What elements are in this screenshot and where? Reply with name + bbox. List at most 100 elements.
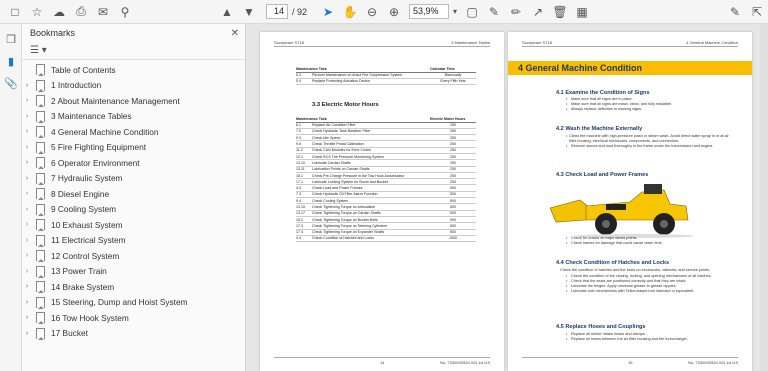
bookmark-icon: [36, 296, 45, 309]
bookmark-icon: [36, 110, 45, 123]
bookmark-label: 5 Fire Fighting Equipment: [51, 142, 147, 153]
bookmark-label: 13 Power Train: [51, 266, 107, 277]
delete-icon[interactable]: 🗑: [549, 2, 571, 22]
zoom-level-field[interactable]: 53,9%: [409, 4, 450, 19]
bookmark-item[interactable]: Table of Contents: [22, 62, 245, 78]
footer-divider: [522, 357, 738, 358]
bookmark-label: 10 Exhaust System: [51, 219, 123, 230]
pdf-page-14: Scooptram ST18 3 Maintenance Tables Main…: [260, 32, 504, 371]
hand-tool-icon[interactable]: ✋: [339, 2, 361, 22]
page-thumbnails-icon[interactable]: ❐: [0, 28, 22, 50]
bullet-text: Replace all hoses between the air filter…: [571, 337, 688, 341]
bookmark-item[interactable]: › 12 Control System: [22, 248, 245, 264]
bookmark-icon: [36, 188, 45, 201]
chevron-right-icon[interactable]: ›: [22, 221, 32, 228]
crop-icon[interactable]: ▦: [571, 2, 593, 22]
section-intro: Check the condition of hatches and the l…: [560, 268, 711, 272]
bookmark-label: 9 Cooling System: [51, 204, 117, 215]
select-cursor-icon[interactable]: ➤: [317, 2, 339, 22]
chevron-right-icon[interactable]: ›: [22, 175, 32, 182]
bookmark-item[interactable]: › 9 Cooling System: [22, 202, 245, 218]
bookmark-icon: [36, 126, 45, 139]
chevron-right-icon[interactable]: ›: [22, 283, 32, 290]
bookmarks-panel-title: Bookmarks: [30, 28, 76, 38]
comment-icon[interactable]: ✎: [483, 2, 505, 22]
chevron-right-icon[interactable]: ›: [22, 299, 32, 306]
previous-page-icon[interactable]: ▲: [216, 2, 238, 22]
chevron-right-icon[interactable]: ›: [22, 113, 32, 120]
bookmarks-panel: Bookmarks ✕ ☰ ▾ Table of Contents › 1 Intr…: [22, 24, 246, 371]
bookmark-label: 7 Hydraulic System: [51, 173, 123, 184]
page-number: 14: [380, 360, 385, 365]
bullet-list: • Replace all rubber intake hoses and cla…: [566, 332, 736, 342]
section-title: 4.3 Check Load and Power Frames: [556, 172, 649, 178]
new-document-icon[interactable]: □: [4, 2, 26, 22]
document-number: No. 7330000534.001 en-US: [688, 360, 738, 365]
bookmark-item[interactable]: › 7 Hydraulic System: [22, 171, 245, 187]
bookmark-item[interactable]: › 5 Fire Fighting Equipment: [22, 140, 245, 156]
search-icon[interactable]: ⚲: [114, 2, 136, 22]
bullet-item: • Check frames for damage that could caus…: [566, 241, 736, 246]
bookmark-item[interactable]: › 4 General Machine Condition: [22, 124, 245, 140]
page-header-left: Scooptram ST18: [274, 40, 305, 45]
chevron-right-icon[interactable]: ›: [22, 252, 32, 259]
zoom-dropdown-icon[interactable]: ▾: [449, 2, 461, 22]
bookmark-icon: [36, 265, 45, 278]
fit-page-icon[interactable]: ▢: [461, 2, 483, 22]
chevron-right-icon[interactable]: ›: [22, 82, 32, 89]
bookmark-item[interactable]: › 16 Tow Hook System: [22, 310, 245, 326]
bullet-text: Always replace defective or missing sign…: [571, 107, 643, 111]
document-view[interactable]: Scooptram ST18 3 Maintenance Tables Main…: [246, 24, 768, 371]
navigation-rail: ❐ ▮ 📎: [0, 24, 22, 371]
bookmark-item[interactable]: › 15 Steering, Dump and Hoist System: [22, 295, 245, 311]
share-icon[interactable]: ⇱: [746, 2, 768, 22]
bullet-text: Check frames for damage that could cause…: [571, 241, 663, 245]
bullet-item: • Remove stones and mud thoroughly in the…: [566, 144, 736, 149]
bookmark-label: 4 General Machine Condition: [51, 126, 159, 137]
export-icon[interactable]: ↗: [527, 2, 549, 22]
chevron-right-icon[interactable]: ›: [22, 97, 32, 104]
bookmark-item[interactable]: › 11 Electrical System: [22, 233, 245, 249]
footer-divider: [274, 357, 490, 358]
bookmark-item[interactable]: › 17 Bucket: [22, 326, 245, 342]
bookmarks-panel-header: Bookmarks ✕: [22, 24, 245, 42]
bookmark-options-icon[interactable]: ☰ ▾: [30, 45, 47, 56]
bookmark-item[interactable]: › 8 Diesel Engine: [22, 186, 245, 202]
bullet-text: Lubricate lock mechanisms with Teflon-ba…: [571, 289, 695, 293]
chevron-right-icon[interactable]: ›: [22, 206, 32, 213]
bookmarks-panel-icon[interactable]: ▮: [0, 50, 22, 72]
attachments-icon[interactable]: 📎: [0, 72, 22, 94]
bookmark-icon: [36, 203, 45, 216]
bookmark-item[interactable]: › 10 Exhaust System: [22, 217, 245, 233]
bookmarks-toolbar: ☰ ▾: [22, 42, 245, 60]
chevron-right-icon[interactable]: ›: [22, 268, 32, 275]
chevron-right-icon[interactable]: ›: [22, 144, 32, 151]
bookmark-label: 15 Steering, Dump and Hoist System: [51, 297, 188, 308]
chevron-right-icon[interactable]: ›: [22, 330, 32, 337]
chevron-right-icon[interactable]: ›: [22, 159, 32, 166]
upload-cloud-icon[interactable]: ☁: [48, 2, 70, 22]
bookmark-item[interactable]: › 6 Operator Environment: [22, 155, 245, 171]
main-toolbar: □ ☆ ☁ ⎙ ✉ ⚲ ▲ ▼ 14 / 92 ➤ ✋ ⊖ ⊕ 53,9% ▾ …: [0, 0, 768, 24]
close-icon[interactable]: ✕: [231, 28, 239, 39]
table-row: 5.4 Replace Protecting Actuation Device Ev…: [296, 78, 476, 86]
zoom-out-icon[interactable]: ⊖: [361, 2, 383, 22]
chevron-right-icon[interactable]: ›: [22, 190, 32, 197]
sign-icon[interactable]: ✎: [724, 2, 746, 22]
bookmark-item[interactable]: › 2 About Maintenance Management: [22, 93, 245, 109]
bookmark-item[interactable]: › 3 Maintenance Tables: [22, 109, 245, 125]
print-icon[interactable]: ⎙: [70, 2, 92, 22]
bookmark-item[interactable]: › 13 Power Train: [22, 264, 245, 280]
bookmark-item[interactable]: › 14 Brake System: [22, 279, 245, 295]
chevron-right-icon[interactable]: ›: [22, 237, 32, 244]
highlight-icon[interactable]: ✏: [505, 2, 527, 22]
bookmark-item[interactable]: › 1 Introduction: [22, 78, 245, 94]
zoom-in-icon[interactable]: ⊕: [383, 2, 405, 22]
chevron-right-icon[interactable]: ›: [22, 128, 32, 135]
mail-icon[interactable]: ✉: [92, 2, 114, 22]
bookmark-star-icon[interactable]: ☆: [26, 2, 48, 22]
vertical-scrollbar[interactable]: [760, 24, 768, 371]
next-page-icon[interactable]: ▼: [238, 2, 260, 22]
page-number-input[interactable]: 14: [266, 4, 288, 19]
chevron-right-icon[interactable]: ›: [22, 314, 32, 321]
